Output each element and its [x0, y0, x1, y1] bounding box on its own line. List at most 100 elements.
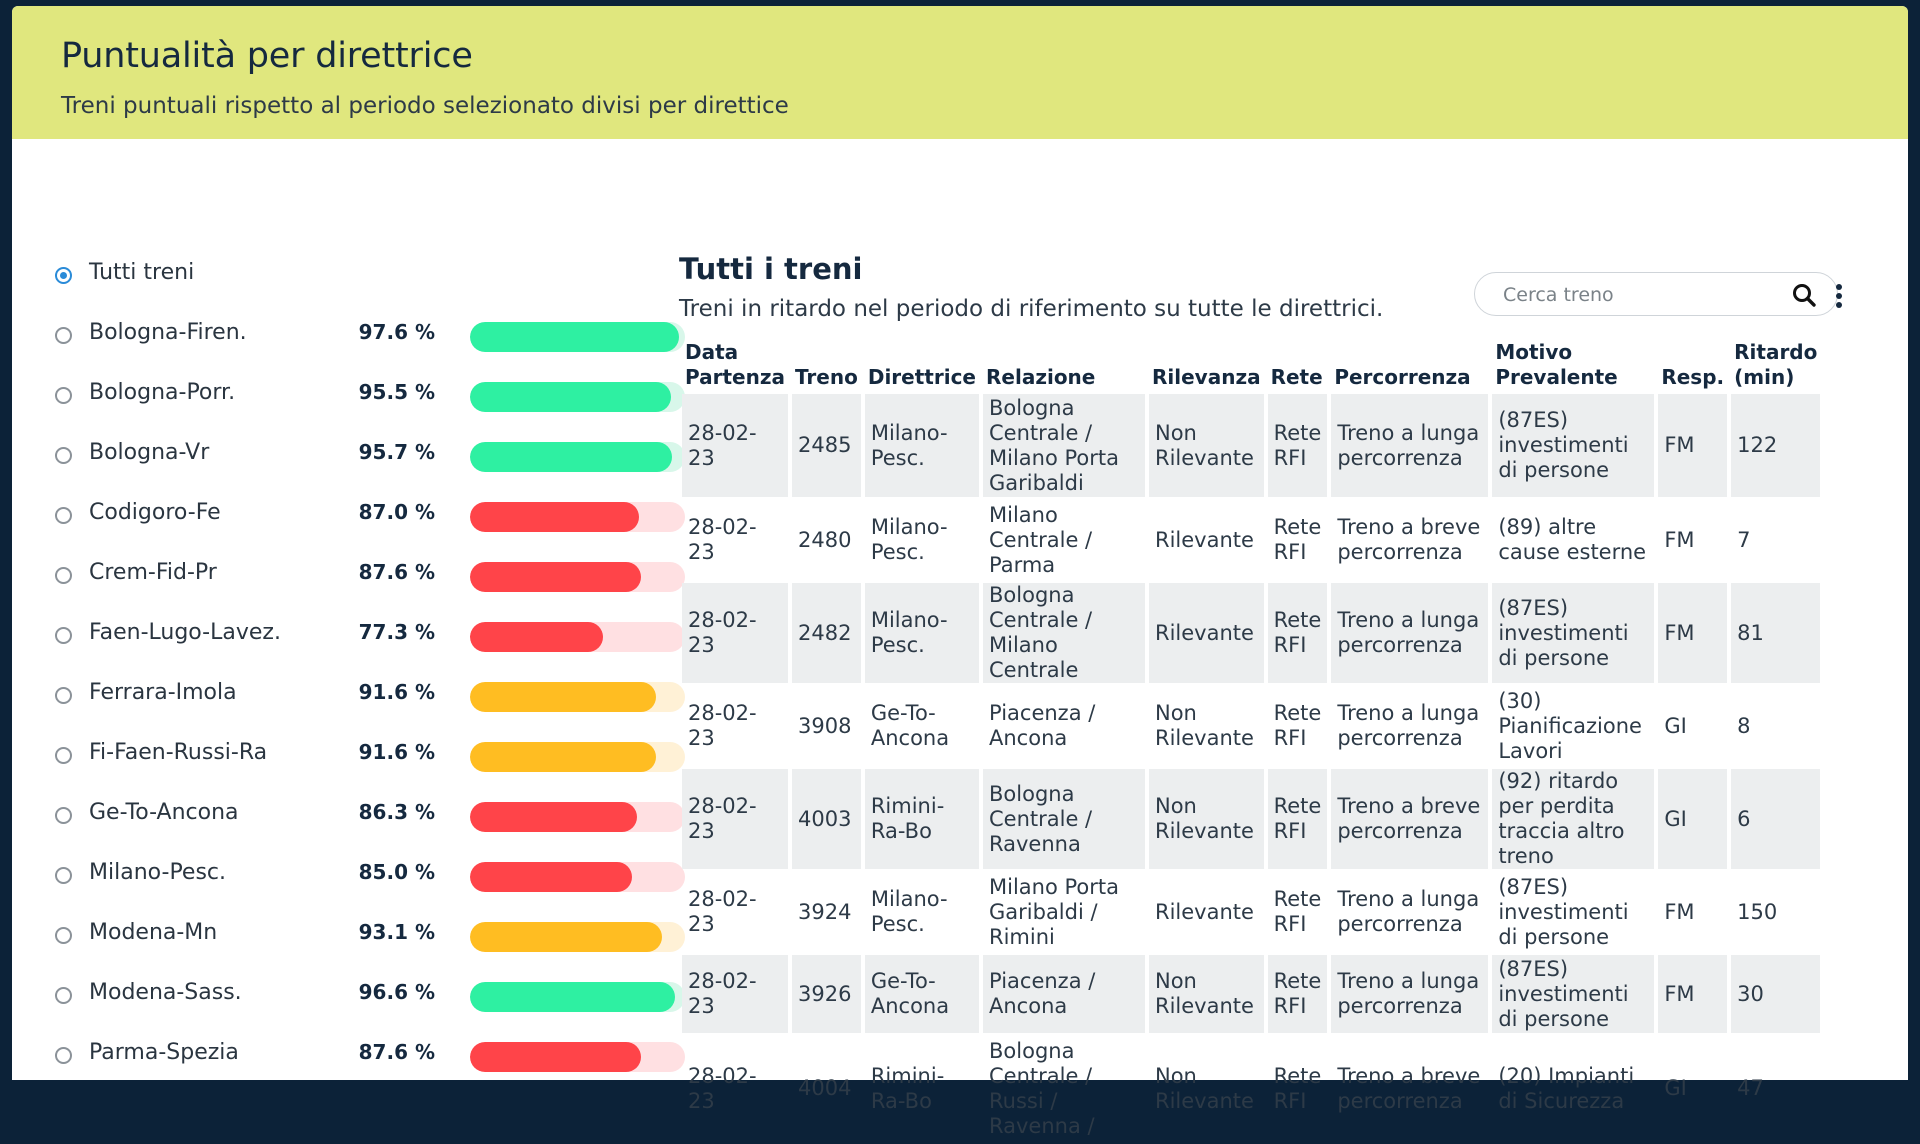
filter-label: Crem-Fid-Pr — [89, 560, 217, 585]
table-header-row: Data Partenza Treno Direttrice Relazione Ril… — [682, 340, 1820, 390]
cell-travel: Treno a breve percorrenza — [1337, 515, 1481, 564]
radio-icon[interactable] — [55, 327, 72, 344]
punctuality-bar — [470, 982, 685, 1012]
radio-icon[interactable] — [55, 627, 72, 644]
radio-icon[interactable] — [55, 987, 72, 1004]
radio-icon[interactable] — [55, 747, 72, 764]
cell-reason: (30) Pianificazione Lavori — [1498, 688, 1642, 763]
cell-relevance: Non Rilevante — [1155, 701, 1254, 750]
punctuality-bar-fill — [470, 502, 640, 532]
punctuality-percent: 95.5 % — [358, 380, 435, 404]
punctuality-percent: 96.6 % — [358, 980, 435, 1004]
search-input[interactable] — [1501, 282, 1775, 308]
column-header[interactable]: Ritardo (min) — [1731, 340, 1820, 390]
radio-selected-icon[interactable] — [55, 267, 72, 284]
page-subtitle: Treni puntuali rispetto al periodo selez… — [61, 93, 789, 119]
filter-label: Bologna-Porr. — [89, 380, 236, 405]
filter-item[interactable]: Faen-Lugo-Lavez. 77.3 % — [55, 612, 685, 672]
punctuality-percent: 87.6 % — [358, 560, 435, 584]
radio-icon[interactable] — [55, 1047, 72, 1064]
punctuality-bar — [470, 322, 685, 352]
filter-item[interactable]: Crem-Fid-Pr 87.6 % — [55, 552, 685, 612]
table-row[interactable]: 28-02-23 4004 Rimini-Ra-Bo Bologna Centrale… — [682, 1037, 1820, 1140]
column-header[interactable]: Resp. — [1658, 340, 1727, 390]
filter-label: Bologna-Firen. — [89, 320, 247, 345]
radio-icon[interactable] — [55, 387, 72, 404]
cell-delay: 122 — [1731, 394, 1821, 497]
filter-item[interactable]: Bologna-Porr. 95.5 % — [55, 372, 685, 432]
cell-reason: (87ES) investimenti di persone — [1498, 874, 1629, 949]
cell-line: Ge-To-Ancona — [864, 955, 979, 1033]
punctuality-percent: 87.0 % — [358, 500, 435, 524]
column-header[interactable]: Motivo Prevalente — [1492, 340, 1654, 390]
cell-date: 28-02-23 — [682, 583, 788, 683]
cell-line: Milano-Pesc. — [870, 887, 948, 936]
filter-item[interactable]: Fi-Faen-Russi-Ra 91.6 % — [55, 732, 685, 792]
cell-network: Rete RFI — [1273, 887, 1322, 936]
punctuality-bar-fill — [470, 622, 604, 652]
cell-reason: (20) Impianti di Sicurezza — [1498, 1063, 1635, 1113]
radio-icon[interactable] — [55, 567, 72, 584]
punctuality-bar-fill — [470, 322, 679, 352]
cell-route: Bologna Centrale / Milano Centrale — [983, 583, 1145, 683]
cell-travel: Treno a lunga percorrenza — [1331, 394, 1489, 497]
table-row[interactable]: 28-02-23 2482 Milano-Pesc. Bologna Centrale… — [682, 583, 1821, 683]
radio-icon[interactable] — [55, 507, 72, 524]
cell-resp: FM — [1658, 583, 1728, 683]
column-header[interactable]: Treno — [792, 340, 861, 390]
cell-train: 3908 — [797, 713, 852, 738]
cell-delay: 30 — [1731, 955, 1821, 1033]
filter-item[interactable]: Ge-To-Ancona 86.3 % — [55, 792, 685, 852]
filter-all-trains[interactable]: Tutti treni — [55, 252, 655, 312]
cell-route: Bologna Centrale / Milano Porta Garibald… — [983, 394, 1145, 497]
punctuality-percent: 97.6 % — [358, 320, 435, 344]
more-options-icon[interactable] — [1836, 284, 1844, 312]
cell-resp: GI — [1664, 713, 1687, 738]
table-row[interactable]: 28-02-23 3924 Milano-Pesc. Milano Porta Gar… — [682, 873, 1820, 951]
column-header[interactable]: Data Partenza — [682, 340, 788, 390]
filter-item[interactable]: Codigoro-Fe 87.0 % — [55, 492, 685, 552]
cell-network: Rete RFI — [1267, 769, 1328, 869]
column-header[interactable]: Relazione — [983, 340, 1145, 390]
table-row[interactable]: 28-02-23 2480 Milano-Pesc. Milano Centrale … — [682, 501, 1820, 579]
search-box[interactable] — [1474, 272, 1838, 316]
punctuality-bar — [470, 562, 685, 592]
radio-icon[interactable] — [55, 447, 72, 464]
column-header[interactable]: Direttrice — [865, 340, 979, 390]
punctuality-bar — [470, 682, 685, 712]
search-icon[interactable] — [1791, 282, 1817, 308]
cell-travel: Treno a breve percorrenza — [1337, 1063, 1481, 1113]
table-row[interactable]: 28-02-23 3926 Ge-To-Ancona Piacenza / Ancon… — [682, 955, 1821, 1033]
cell-line: Milano-Pesc. — [864, 394, 979, 497]
filter-item[interactable]: Modena-Mn 93.1 % — [55, 912, 685, 972]
column-header[interactable]: Rete — [1268, 340, 1328, 390]
table-row[interactable]: 28-02-23 2485 Milano-Pesc. Bologna Centrale… — [682, 394, 1821, 497]
table-row[interactable]: 28-02-23 3908 Ge-To-Ancona Piacenza / Ancon… — [682, 687, 1820, 765]
cell-relevance: Non Rilevante — [1149, 769, 1264, 869]
punctuality-percent: 77.3 % — [358, 620, 435, 644]
filter-item[interactable]: Bologna-Vr 95.7 % — [55, 432, 685, 492]
cell-delay: 150 — [1737, 899, 1778, 924]
section-title: Tutti i treni — [679, 252, 863, 286]
cell-line: Rimini-Ra-Bo — [870, 1063, 945, 1113]
radio-icon[interactable] — [55, 807, 72, 824]
filter-item[interactable]: Bologna-Firen. 97.6 % — [55, 312, 685, 372]
filter-item[interactable]: Modena-Sass. 96.6 % — [55, 972, 685, 1032]
cell-resp: FM — [1664, 527, 1695, 552]
radio-icon[interactable] — [55, 927, 72, 944]
table-row[interactable]: 28-02-23 4003 Rimini-Ra-Bo Bologna Centrale… — [682, 769, 1821, 869]
cell-line: Milano-Pesc. — [870, 515, 948, 564]
filter-item[interactable]: Parma-Spezia 87.6 % — [55, 1032, 685, 1092]
radio-icon[interactable] — [55, 687, 72, 704]
filter-item[interactable]: Ferrara-Imola 91.6 % — [55, 672, 685, 732]
column-header[interactable]: Percorrenza — [1331, 340, 1488, 390]
punctuality-bar — [470, 862, 685, 892]
radio-icon[interactable] — [55, 867, 72, 884]
column-header[interactable]: Rilevanza — [1149, 340, 1264, 390]
filter-item[interactable]: Milano-Pesc. 85.0 % — [55, 852, 685, 912]
punctuality-bar-fill — [470, 442, 672, 472]
page-title: Puntualità per direttrice — [61, 36, 473, 76]
cell-network: Rete RFI — [1273, 701, 1322, 750]
direttrice-filter-list: Tutti treni Bologna-Firen. 97.6 % Bologna-… — [55, 252, 685, 1092]
page-header: Puntualità per direttrice Treni puntuali… — [12, 6, 1908, 139]
